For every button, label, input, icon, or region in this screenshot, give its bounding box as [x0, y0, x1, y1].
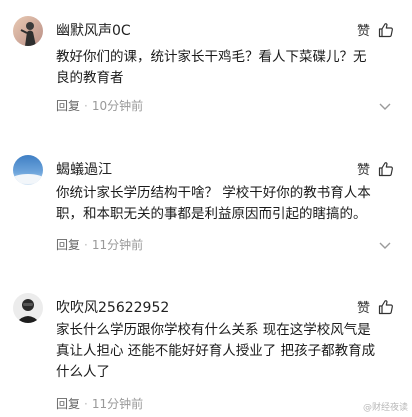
comment-text-line: 什么人了	[56, 364, 110, 380]
comment-text: 教好你们的课，统计家长干鸡毛？看人下菜碟儿？无 良的教育者	[56, 47, 398, 89]
thumbs-up-icon	[378, 299, 393, 314]
chevron-down-icon	[379, 242, 391, 249]
timestamp: 11分钟前	[91, 238, 144, 252]
comment-text-line: 家长什么学历跟你学校有什么关系 现在这学校风气是	[56, 322, 371, 338]
like-button[interactable]: 赞	[357, 297, 394, 316]
comment-text-line: 良的教育者	[56, 70, 124, 86]
thumbs-up-icon	[378, 22, 393, 37]
more-options-button[interactable]	[376, 239, 394, 251]
separator-dot: ·	[84, 396, 88, 411]
like-label: 赞	[356, 301, 370, 316]
watermark: @财经夜读	[362, 403, 408, 413]
reply-button[interactable]: 回复	[56, 395, 80, 412]
avatar-sky-icon	[13, 155, 43, 185]
reply-button[interactable]: 回复	[56, 97, 80, 114]
avatar[interactable]	[13, 16, 43, 46]
like-label: 赞	[356, 24, 370, 39]
comment-text-line: 职，和本职无关的事都是利益原因而引起的瞎搞的。	[56, 206, 367, 222]
username[interactable]: 幽默风声0C	[56, 20, 131, 40]
timestamp: 11分钟前	[91, 397, 144, 411]
username[interactable]: 蝎蟻過江	[56, 159, 112, 179]
timestamp: 10分钟前	[91, 99, 144, 113]
avatar[interactable]	[13, 155, 43, 185]
chevron-down-icon	[379, 103, 391, 110]
more-options-button[interactable]	[376, 100, 394, 112]
comment-text-line: 教好你们的课，统计家长干鸡毛？看人下菜碟儿？无	[56, 49, 367, 65]
comment-text-line: 你统计家长学历结构干啥？ 学校干好你的教书育人本	[56, 185, 371, 201]
avatar[interactable]	[13, 293, 43, 323]
separator-dot: ·	[84, 98, 88, 113]
comment-meta: 回复 · 10分钟前	[56, 97, 143, 114]
avatar-silhouette-icon	[13, 16, 43, 46]
like-button[interactable]: 赞	[357, 20, 394, 39]
separator-dot: ·	[84, 237, 88, 252]
comment-meta: 回复 · 11分钟前	[56, 236, 143, 253]
avatar-person-icon	[13, 293, 43, 323]
reply-button[interactable]: 回复	[56, 236, 80, 253]
like-label: 赞	[356, 163, 370, 178]
comment-text: 你统计家长学历结构干啥？ 学校干好你的教书育人本 职，和本职无关的事都是利益原因…	[56, 183, 398, 225]
comment-meta: 回复 · 11分钟前	[56, 395, 143, 412]
thumbs-up-icon	[378, 161, 393, 176]
like-button[interactable]: 赞	[357, 159, 394, 178]
username[interactable]: 吹吹风25622952	[56, 297, 169, 317]
comment-text-line: 真让人担心 还能不能好好育人授业了 把孩子都教育成	[56, 343, 376, 359]
comment-text: 家长什么学历跟你学校有什么关系 现在这学校风气是 真让人担心 还能不能好好育人授…	[56, 320, 398, 383]
